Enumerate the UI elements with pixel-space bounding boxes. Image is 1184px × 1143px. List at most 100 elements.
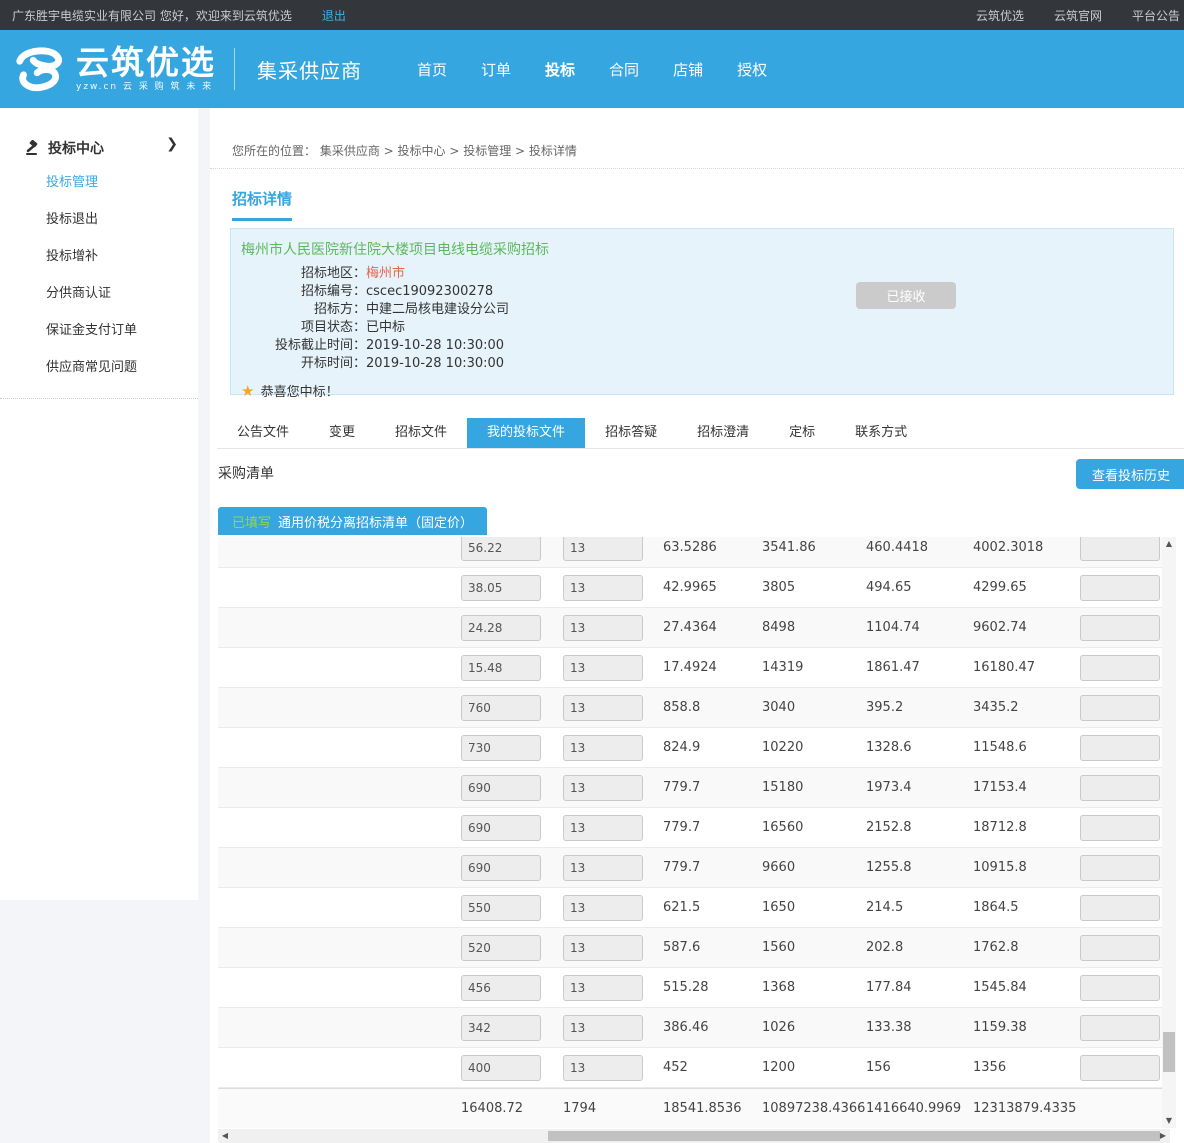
sidebar-item-分供商认证[interactable]: 分供商认证 [0,273,198,310]
nav-item-授权[interactable]: 授权 [720,59,784,80]
list-tag[interactable]: 已填写 通用价税分离招标清单（固定价） [218,507,487,535]
scroll-left-arrow-icon[interactable]: ◀ [218,1129,232,1143]
vertical-scrollbar[interactable]: ▲ ▼ [1162,537,1176,1128]
project-field-row: 招标方：中建二局核电建设分公司 [231,301,1173,319]
table-row: 779.7151801973.417153.4 [218,768,1162,808]
remark-input[interactable] [1080,855,1160,881]
tab-招标答疑[interactable]: 招标答疑 [585,418,677,448]
tax-rate-input[interactable] [563,655,643,681]
field-value: 2019-10-28 10:30:00 [366,355,504,373]
unit-price-input[interactable] [461,537,541,561]
main-content: 您所在的位置： 集采供应商 > 投标中心 > 投标管理 > 投标详情 招标详情 … [210,108,1184,1143]
field-label: 投标截止时间： [231,337,366,355]
star-icon: ★ [241,382,254,400]
remark-input[interactable] [1080,895,1160,921]
remark-input[interactable] [1080,655,1160,681]
table-row: 621.51650214.51864.5 [218,888,1162,928]
tax-rate-input[interactable] [563,537,643,561]
brand-logo[interactable]: 云筑优选 yzw.cn 云 采 购 筑 未 来 [10,45,216,93]
view-bid-history-button[interactable]: 查看投标历史 [1076,459,1184,489]
scroll-right-arrow-icon[interactable]: ▶ [1156,1129,1170,1143]
tax-rate-input[interactable] [563,895,643,921]
project-field-row: 招标地区：梅州市 [231,265,1173,283]
horizontal-scrollbar[interactable]: ◀ ▶ [218,1129,1170,1143]
vertical-scroll-thumb[interactable] [1163,1032,1175,1072]
tax-rate-input[interactable] [563,775,643,801]
remark-input[interactable] [1080,695,1160,721]
nav-item-首页[interactable]: 首页 [400,59,464,80]
topbar-link-0[interactable]: 云筑优选 [976,7,1024,24]
nav-item-合同[interactable]: 合同 [592,59,656,80]
tax-rate-input[interactable] [563,1055,643,1081]
unit-price-input[interactable] [461,1015,541,1041]
tax-rate-input[interactable] [563,575,643,601]
remark-input[interactable] [1080,935,1160,961]
unit-price-input[interactable] [461,815,541,841]
tab-招标文件[interactable]: 招标文件 [375,418,467,448]
tax-rate-input[interactable] [563,815,643,841]
tab-公告文件[interactable]: 公告文件 [217,418,309,448]
breadcrumb-path[interactable]: 集采供应商 > 投标中心 > 投标管理 > 投标详情 [320,144,577,158]
remark-input[interactable] [1080,615,1160,641]
remark-input[interactable] [1080,735,1160,761]
received-button[interactable]: 已接收 [856,282,956,309]
table-row: 63.52863541.86460.44184002.3018 [218,537,1162,568]
sidebar-item-保证金支付订单[interactable]: 保证金支付订单 [0,310,198,347]
chevron-right-icon[interactable]: ❯ [166,136,178,152]
tab-bid-detail[interactable]: 招标详情 [232,188,292,221]
remark-input[interactable] [1080,537,1160,561]
remark-input[interactable] [1080,1055,1160,1081]
tab-变更[interactable]: 变更 [309,418,375,448]
sidebar-item-投标增补[interactable]: 投标增补 [0,236,198,273]
scroll-down-arrow-icon[interactable]: ▼ [1162,1114,1176,1128]
topbar-link-1[interactable]: 云筑官网 [1054,7,1102,24]
nav-item-投标[interactable]: 投标 [528,59,592,80]
remark-input[interactable] [1080,975,1160,1001]
tax-rate-input[interactable] [563,735,643,761]
remark-input[interactable] [1080,575,1160,601]
tax-rate-input[interactable] [563,935,643,961]
breadcrumb-prefix: 您所在的位置： [232,144,316,158]
tax-rate-input[interactable] [563,1015,643,1041]
sidebar-item-投标退出[interactable]: 投标退出 [0,199,198,236]
unit-price-input[interactable] [461,775,541,801]
amount-cell: 14319 [762,660,866,675]
unit-price-input[interactable] [461,695,541,721]
amount-cell: 1650 [762,900,866,915]
tax-rate-input[interactable] [563,615,643,641]
topbar-link-2[interactable]: 平台公告 [1132,7,1180,24]
sidebar-item-供应商常见问题[interactable]: 供应商常见问题 [0,347,198,384]
nav-item-订单[interactable]: 订单 [464,59,528,80]
remark-input[interactable] [1080,815,1160,841]
logout-link[interactable]: 退出 [322,7,346,24]
nav-item-店铺[interactable]: 店铺 [656,59,720,80]
amount-cell: 1026 [762,1020,866,1035]
unit-price-input[interactable] [461,855,541,881]
unit-price-input[interactable] [461,895,541,921]
unit-price-input[interactable] [461,975,541,1001]
tax-rate-input[interactable] [563,855,643,881]
table-row: 386.461026133.381159.38 [218,1008,1162,1048]
tax-rate-input[interactable] [563,695,643,721]
brand-name: 云筑优选 [76,46,216,79]
scroll-up-arrow-icon[interactable]: ▲ [1162,537,1176,551]
remark-input[interactable] [1080,775,1160,801]
tab-定标[interactable]: 定标 [769,418,835,448]
table-row: 515.281368177.841545.84 [218,968,1162,1008]
tab-联系方式[interactable]: 联系方式 [835,418,927,448]
horizontal-scroll-thumb[interactable] [548,1131,1160,1141]
unit-price-input[interactable] [461,1055,541,1081]
tab-招标澄清[interactable]: 招标澄清 [677,418,769,448]
remark-input[interactable] [1080,1015,1160,1041]
unit-price-input[interactable] [461,935,541,961]
unit-price-input[interactable] [461,735,541,761]
summary-total-0: 16408.72 [461,1101,563,1116]
tax-rate-input[interactable] [563,975,643,1001]
unit-price-input[interactable] [461,655,541,681]
tab-我的投标文件[interactable]: 我的投标文件 [467,418,585,448]
unit-price-input[interactable] [461,615,541,641]
breadcrumb-divider [210,168,1184,169]
field-label: 招标编号： [231,283,366,301]
unit-price-input[interactable] [461,575,541,601]
sidebar-item-投标管理[interactable]: 投标管理 [0,162,198,199]
